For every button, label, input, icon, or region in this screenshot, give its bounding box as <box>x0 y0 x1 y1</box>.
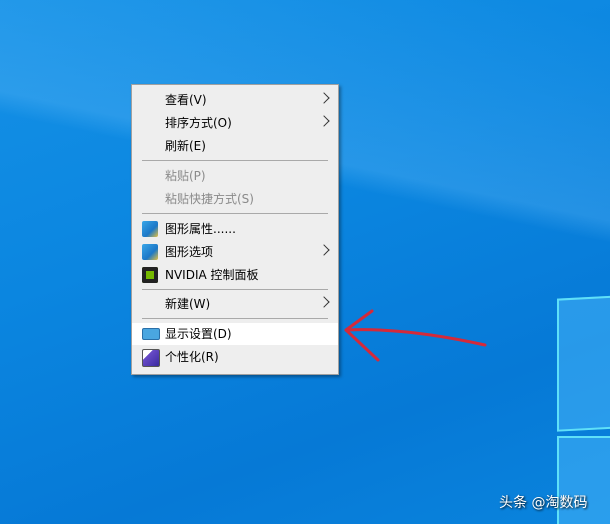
desktop[interactable]: 查看(V) 排序方式(O) 刷新(E) 粘贴(P) 粘贴快捷方式(S) 图形属性… <box>0 0 610 524</box>
red-arrow-annotation <box>344 309 487 362</box>
watermark: 头条 @淘数码 <box>499 495 588 511</box>
